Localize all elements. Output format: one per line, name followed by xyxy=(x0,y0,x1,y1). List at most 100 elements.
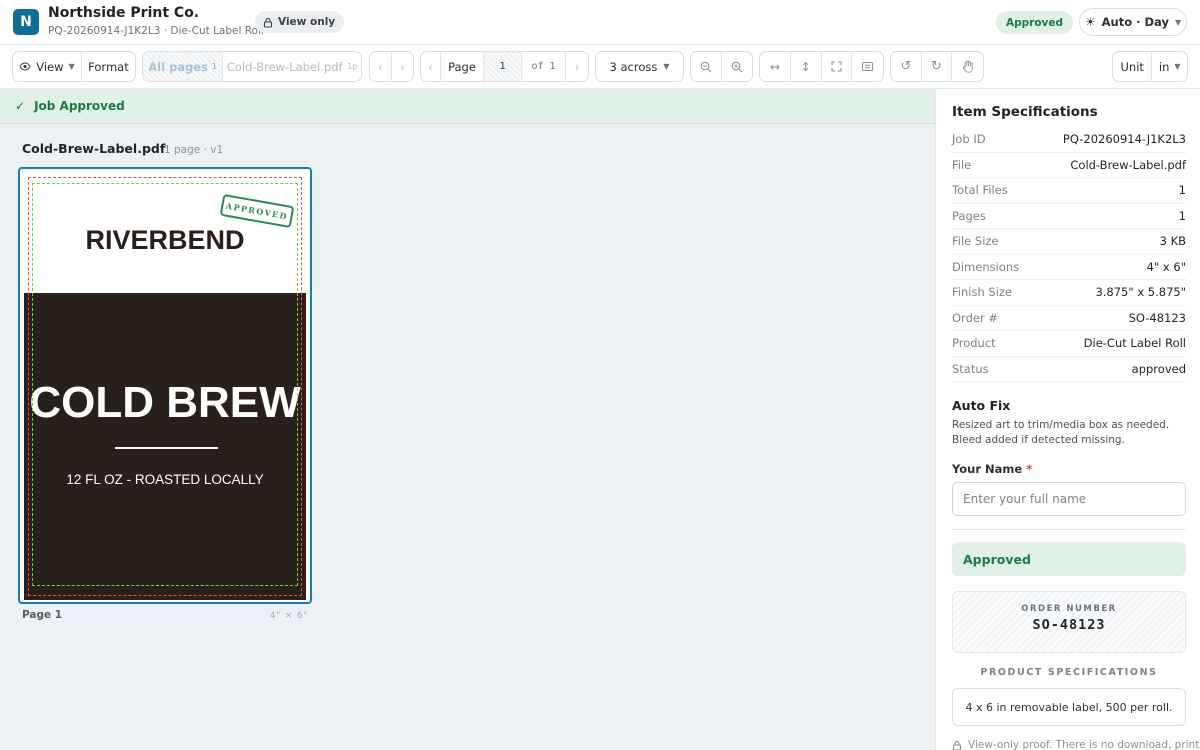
prev-file-button[interactable]: ‹ xyxy=(370,52,392,81)
fit-height-button[interactable]: ↕ xyxy=(791,52,822,81)
all-pages-tab[interactable]: All pages 1 xyxy=(143,52,223,81)
layout-select[interactable]: 3 across ▼ xyxy=(595,51,684,82)
fit-width-icon: ↔ xyxy=(769,59,780,74)
auto-fix-description: Resized art to trim/media box as needed.… xyxy=(952,419,1170,446)
chevron-down-icon: ▼ xyxy=(1174,62,1181,71)
theme-toggle-button[interactable]: ☀ Auto · Day ▼ xyxy=(1079,8,1187,36)
fullscreen-icon xyxy=(831,61,842,72)
chevron-down-icon: ▼ xyxy=(68,62,75,71)
view-only-footnote: View-only proof. There is no download, p… xyxy=(952,739,1200,750)
file-tab-pages: 1p xyxy=(347,62,358,71)
pan-tool-button[interactable] xyxy=(952,52,983,81)
theme-label: Auto · Day xyxy=(1101,15,1169,29)
zoom-group xyxy=(690,51,753,82)
spec-key: Finish Size xyxy=(952,285,1012,300)
page-caption: Page 1 xyxy=(22,609,63,621)
zoom-in-icon xyxy=(731,61,743,72)
sidebar-divider xyxy=(952,529,1186,530)
job-subtitle: PQ-20260914-J1K2L3 · Die-Cut Label Roll xyxy=(48,25,264,37)
order-number-label: ORDER NUMBER xyxy=(1021,604,1117,614)
app-header: N Northside Print Co. PQ-20260914-J1K2L3… xyxy=(0,0,1200,45)
zoom-out-button[interactable] xyxy=(691,52,722,81)
actual-size-icon xyxy=(862,62,874,71)
file-tabs-group: All pages 1 Cold-Brew-Label.pdf 1p xyxy=(142,51,362,82)
next-file-button[interactable]: › xyxy=(392,52,413,81)
document-filename: Cold-Brew-Label.pdf xyxy=(22,141,166,156)
product-specs-title: PRODUCT SPECIFICATIONS xyxy=(980,667,1158,678)
rotate-pan-group: ↺ ↻ xyxy=(890,51,984,82)
view-menu-button[interactable]: View ▼ xyxy=(13,52,82,81)
spec-key: Dimensions xyxy=(952,259,1020,274)
spec-value: 4" x 6" xyxy=(1146,259,1186,274)
layout-label: 3 across xyxy=(609,59,658,74)
approved-status-button[interactable]: Approved xyxy=(952,542,1186,576)
spec-row: Total Files 1 xyxy=(952,178,1186,204)
banner-text: Job Approved xyxy=(34,99,125,113)
page-total-value: 1 xyxy=(549,61,556,72)
check-icon: ✓ xyxy=(15,99,26,113)
spec-value: approved xyxy=(1131,361,1186,376)
actual-size-button[interactable] xyxy=(852,52,883,81)
lock-icon xyxy=(263,17,273,28)
fit-page-button[interactable] xyxy=(822,52,853,81)
hand-icon xyxy=(962,60,973,73)
proof-canvas: ✓ Job Approved Cold-Brew-Label.pdf 1 pag… xyxy=(0,89,935,750)
label-artwork: RIVERBEND APPROVED COLD BREW 12 FL OZ - … xyxy=(24,173,306,600)
spec-row: Product Die-Cut Label Roll xyxy=(952,331,1186,357)
name-field-label: Your Name * xyxy=(952,462,1032,476)
fit-width-button[interactable]: ↔ xyxy=(760,52,791,81)
trim-guide xyxy=(32,183,298,586)
required-marker: * xyxy=(1026,462,1033,476)
prev-page-button[interactable]: ‹ xyxy=(421,52,441,81)
spec-row: Order # SO-48123 xyxy=(952,306,1186,331)
spec-key: Order # xyxy=(952,310,998,325)
spec-value: 3 KB xyxy=(1159,234,1186,249)
unit-select[interactable]: in ▼ xyxy=(1152,52,1187,81)
document-meta: 1 page · v1 xyxy=(164,144,224,156)
chevron-down-icon: ▼ xyxy=(663,62,670,71)
name-input[interactable] xyxy=(952,482,1186,516)
spec-key: Status xyxy=(952,361,989,376)
spec-row: File Size 3 KB xyxy=(952,229,1186,255)
sidebar-title: Item Specifications xyxy=(952,104,1098,120)
auto-fix-title: Auto Fix xyxy=(952,398,1011,413)
footnote-text: View-only proof. There is no download, p… xyxy=(968,739,1200,750)
next-page-button[interactable]: › xyxy=(566,52,588,81)
page-total: of 1 xyxy=(522,52,567,81)
order-number-value: SO-48123 xyxy=(1032,617,1106,633)
company-name: Northside Print Co. xyxy=(48,5,200,21)
company-logo: N xyxy=(13,9,39,35)
status-banner: ✓ Job Approved xyxy=(0,89,935,124)
all-pages-label: All pages xyxy=(148,59,208,74)
spec-row: Status approved xyxy=(952,357,1186,382)
view-format-group: View ▼ Format xyxy=(12,51,136,82)
spec-table: Job ID PQ-20260914-J1K2L3 File Cold-Brew-L… xyxy=(952,127,1186,382)
view-only-badge: View only xyxy=(255,11,345,33)
spec-row: Finish Size 3.875" x 5.875" xyxy=(952,280,1186,306)
spec-value: Die-Cut Label Roll xyxy=(1083,336,1186,351)
spec-key: Product xyxy=(952,336,996,351)
format-button[interactable]: Format xyxy=(82,52,135,81)
rotate-right-icon: ↻ xyxy=(931,59,942,74)
chevron-down-icon: ▼ xyxy=(1174,17,1182,27)
view-only-label: View only xyxy=(278,16,336,28)
spec-key: File Size xyxy=(952,234,999,249)
rotate-left-icon: ↺ xyxy=(900,59,912,74)
file-nav-group: ‹ › xyxy=(369,51,414,82)
spec-key: Job ID xyxy=(952,132,986,147)
order-number-card: ORDER NUMBER SO-48123 xyxy=(952,591,1186,653)
proof-toolbar: View ▼ Format All pages 1 Cold-Brew-Labe… xyxy=(0,45,1200,89)
rotate-right-button[interactable]: ↻ xyxy=(922,52,953,81)
fit-group: ↔ ↕ xyxy=(759,51,884,82)
unit-label: Unit xyxy=(1113,52,1153,81)
rotate-left-button[interactable]: ↺ xyxy=(891,52,922,81)
name-label-text: Your Name xyxy=(952,462,1023,476)
page-of-label: of xyxy=(531,61,544,72)
zoom-out-icon xyxy=(700,61,712,72)
spec-value: PQ-20260914-J1K2L3 xyxy=(1062,132,1186,147)
page-number-input[interactable]: 1 xyxy=(484,52,522,81)
zoom-in-button[interactable] xyxy=(722,52,752,81)
page-thumbnail[interactable]: RIVERBEND APPROVED COLD BREW 12 FL OZ - … xyxy=(18,167,312,604)
sun-icon: ☀ xyxy=(1084,15,1096,29)
file-tab-cold-brew[interactable]: Cold-Brew-Label.pdf 1p xyxy=(223,52,361,81)
